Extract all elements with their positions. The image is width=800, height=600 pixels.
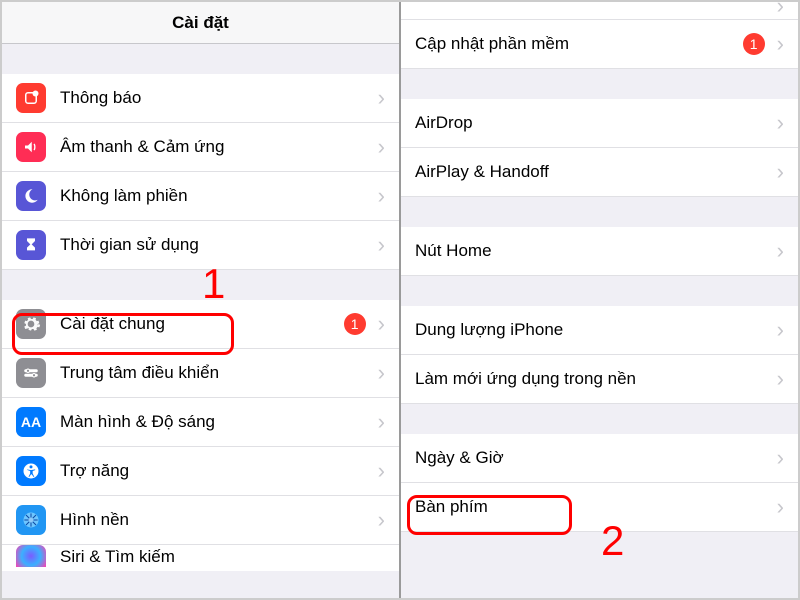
siri-icon [16, 545, 46, 567]
row-screentime[interactable]: Thời gian sử dụng › [2, 221, 399, 270]
chevron-right-icon: › [378, 185, 385, 207]
chevron-right-icon: › [777, 447, 784, 469]
row-label: Trợ năng [60, 461, 374, 481]
hourglass-icon [16, 230, 46, 260]
row-label: Bàn phím [415, 497, 773, 517]
text-size-icon: AA [16, 407, 46, 437]
sound-icon [16, 132, 46, 162]
chevron-right-icon: › [777, 368, 784, 390]
chevron-right-icon: › [378, 460, 385, 482]
row-wallpaper[interactable]: Hình nền › [2, 496, 399, 545]
chevron-right-icon: › [777, 112, 784, 134]
row-iphone-storage[interactable]: Dung lượng iPhone › [401, 306, 798, 355]
chevron-right-icon: › [378, 87, 385, 109]
row-label: Âm thanh & Cảm ứng [60, 137, 374, 157]
chevron-right-icon: › [378, 362, 385, 384]
chevron-right-icon: › [378, 509, 385, 531]
general-group-2: AirDrop › AirPlay & Handoff › [401, 99, 798, 197]
row-label: Nút Home [415, 241, 773, 261]
notification-badge: 1 [344, 313, 366, 335]
row-home-button[interactable]: Nút Home › [401, 227, 798, 276]
row-label: Trung tâm điều khiển [60, 363, 374, 383]
chevron-right-icon: › [777, 2, 784, 11]
row-label: Cài đặt chung [60, 314, 344, 334]
row-label: AirDrop [415, 113, 773, 133]
settings-title: Cài đặt [172, 13, 229, 33]
chevron-right-icon: › [777, 161, 784, 183]
row-siri-partial[interactable]: Siri & Tìm kiếm [2, 545, 399, 571]
row-display[interactable]: AA Màn hình & Độ sáng › [2, 398, 399, 447]
chevron-right-icon: › [777, 319, 784, 341]
row-software-update[interactable]: Cập nhật phần mềm 1 › [401, 20, 798, 69]
general-group-1: Cập nhật phần mềm 1 › [401, 20, 798, 69]
settings-header: Cài đặt [2, 2, 399, 44]
row-label: Cập nhật phần mềm [415, 34, 743, 54]
row-label: Thời gian sử dụng [60, 235, 374, 255]
chevron-right-icon: › [777, 240, 784, 262]
row-label: Siri & Tìm kiếm [60, 547, 175, 567]
row-label: Làm mới ứng dụng trong nền [415, 369, 773, 389]
row-label: Thông báo [60, 88, 374, 108]
settings-group-1: Thông báo › Âm thanh & Cảm ứng › Không l… [2, 74, 399, 270]
general-group-3: Nút Home › [401, 227, 798, 276]
row-date-time[interactable]: Ngày & Giờ › [401, 434, 798, 483]
chevron-right-icon: › [378, 313, 385, 335]
chevron-right-icon: › [777, 496, 784, 518]
row-label: Không làm phiền [60, 186, 374, 206]
moon-icon [16, 181, 46, 211]
gear-icon [16, 309, 46, 339]
row-keyboard[interactable]: Bàn phím › [401, 483, 798, 532]
notification-badge: 1 [743, 33, 765, 55]
chevron-right-icon: › [777, 33, 784, 55]
row-background-refresh[interactable]: Làm mới ứng dụng trong nền › [401, 355, 798, 404]
notification-icon [16, 83, 46, 113]
settings-root-pane: Cài đặt Thông báo › Âm thanh & Cảm ứng › [2, 2, 399, 598]
general-settings-pane: › Cập nhật phần mềm 1 › AirDrop › AirPla… [401, 2, 798, 598]
row-accessibility[interactable]: Trợ năng › [2, 447, 399, 496]
row-control-center[interactable]: Trung tâm điều khiển › [2, 349, 399, 398]
chevron-right-icon: › [378, 136, 385, 158]
row-notifications[interactable]: Thông báo › [2, 74, 399, 123]
row-dnd[interactable]: Không làm phiền › [2, 172, 399, 221]
row-airplay-handoff[interactable]: AirPlay & Handoff › [401, 148, 798, 197]
row-label: AirPlay & Handoff [415, 162, 773, 182]
row-label: Ngày & Giờ [415, 448, 773, 468]
row-airdrop[interactable]: AirDrop › [401, 99, 798, 148]
row-label: Hình nền [60, 510, 374, 530]
general-group-5: Ngày & Giờ › Bàn phím › [401, 434, 798, 532]
row-sounds[interactable]: Âm thanh & Cảm ứng › [2, 123, 399, 172]
general-group-4: Dung lượng iPhone › Làm mới ứng dụng tro… [401, 306, 798, 404]
row-general[interactable]: Cài đặt chung 1 › [2, 300, 399, 349]
row-about-partial[interactable]: › [401, 2, 798, 20]
row-label: Màn hình & Độ sáng [60, 412, 374, 432]
wallpaper-icon [16, 505, 46, 535]
row-label: Dung lượng iPhone [415, 320, 773, 340]
chevron-right-icon: › [378, 234, 385, 256]
control-center-icon [16, 358, 46, 388]
settings-group-2: Cài đặt chung 1 › Trung tâm điều khiển ›… [2, 300, 399, 545]
accessibility-icon [16, 456, 46, 486]
chevron-right-icon: › [378, 411, 385, 433]
